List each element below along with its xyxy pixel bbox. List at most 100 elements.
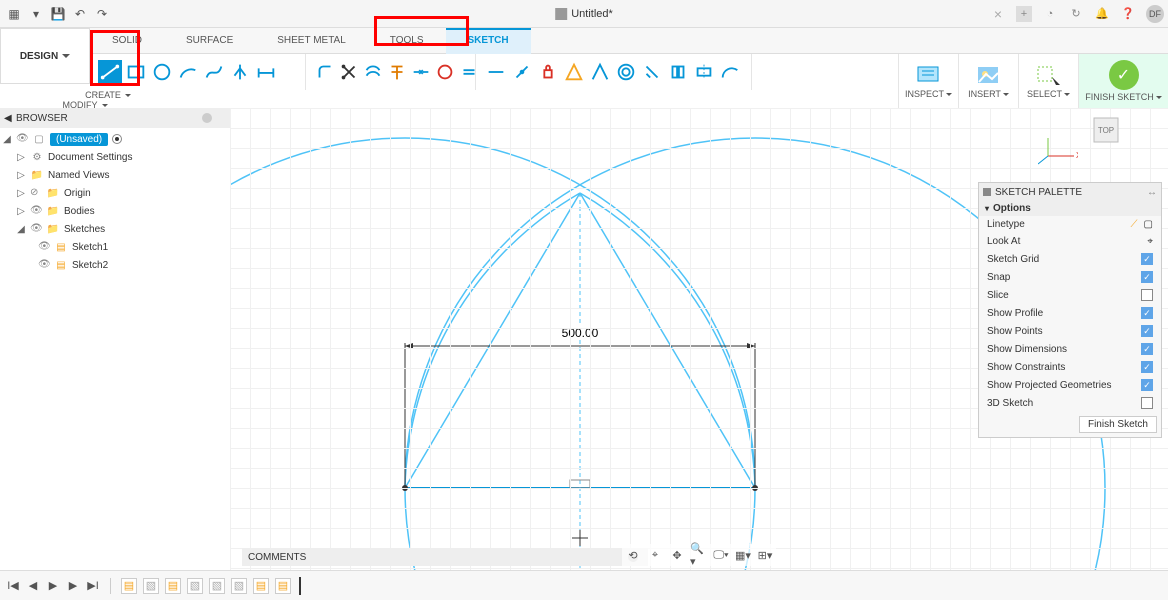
viewport-icon[interactable]: ⊞▾: [756, 546, 774, 564]
apps-icon[interactable]: ▦: [6, 6, 22, 22]
close-tab-button[interactable]: ×: [990, 6, 1006, 22]
line-tool-icon[interactable]: [98, 60, 122, 84]
timeline-feature-4[interactable]: ▧: [187, 578, 203, 594]
visibility-icon[interactable]: 👁: [16, 133, 28, 145]
show-dimensions-checkbox[interactable]: ✓: [1141, 343, 1153, 355]
visibility-icon[interactable]: 👁: [30, 223, 42, 235]
timeline-end-icon[interactable]: ▶I: [86, 579, 100, 593]
group-label-create[interactable]: CREATE: [0, 90, 216, 100]
show-points-checkbox[interactable]: ✓: [1141, 325, 1153, 337]
collapse-browser-icon[interactable]: ◀: [4, 113, 16, 124]
extend-tool-icon[interactable]: [362, 60, 384, 84]
browser-options-icon[interactable]: [202, 113, 212, 123]
sketch-palette[interactable]: SKETCH PALETTE ↔ Options Linetype⟋▢ Look…: [978, 182, 1162, 438]
new-tab-plus-icon[interactable]: +: [1016, 6, 1032, 22]
save-icon[interactable]: 💾: [50, 6, 66, 22]
tree-item-named-views[interactable]: ▷📁Named Views: [2, 166, 228, 184]
tree-item-document-settings[interactable]: ▷⚙Document Settings: [2, 148, 228, 166]
timeline-feature-2[interactable]: ▧: [143, 578, 159, 594]
updates-icon[interactable]: ↻: [1068, 6, 1084, 22]
linetype-dashed-icon[interactable]: ▢: [1144, 219, 1153, 230]
timeline-prev-icon[interactable]: ◀: [26, 579, 40, 593]
slice-checkbox[interactable]: [1141, 289, 1153, 301]
timeline-feature-1[interactable]: ▤: [121, 578, 137, 594]
pan-icon[interactable]: ✥: [668, 546, 686, 564]
tab-surface[interactable]: SURFACE: [164, 28, 255, 54]
snap-checkbox[interactable]: ✓: [1141, 271, 1153, 283]
timeline-feature-6[interactable]: ▧: [231, 578, 247, 594]
finish-sketch-button[interactable]: ✓ FINISH SKETCH: [1078, 54, 1168, 108]
spline-tool-icon[interactable]: [202, 60, 226, 84]
tree-root-row[interactable]: ◢ 👁 ▢ (Unsaved): [2, 130, 228, 148]
redo-icon[interactable]: ↷: [94, 6, 110, 22]
toolbar-group-select[interactable]: SELECT: [1018, 54, 1078, 108]
curvature-constraint-icon[interactable]: [718, 60, 742, 84]
toolbar-group-inspect[interactable]: INSPECT: [898, 54, 958, 108]
visibility-off-icon[interactable]: ⊘: [30, 187, 42, 199]
rectangle-tool-icon[interactable]: [124, 60, 148, 84]
coincident-constraint-icon[interactable]: [510, 60, 534, 84]
fillet-tool-icon[interactable]: [314, 60, 336, 84]
palette-section-options[interactable]: Options: [979, 201, 1161, 216]
tree-item-origin[interactable]: ▷⊘📁Origin: [2, 184, 228, 202]
comments-bar[interactable]: COMMENTS: [242, 548, 648, 566]
trim-tool-icon[interactable]: [338, 60, 360, 84]
tree-item-sketches[interactable]: ◢👁📁Sketches: [2, 220, 228, 238]
look-at-icon[interactable]: ⌖: [1147, 236, 1153, 247]
mirror-tool-icon[interactable]: [228, 60, 252, 84]
show-constraints-checkbox[interactable]: ✓: [1141, 361, 1153, 373]
timeline-feature-5[interactable]: ▧: [209, 578, 225, 594]
offset-tool-icon[interactable]: [386, 60, 408, 84]
timeline-next-icon[interactable]: ▶: [66, 579, 80, 593]
tangent-constraint-icon[interactable]: [562, 60, 586, 84]
toolbar-group-insert[interactable]: INSERT: [958, 54, 1018, 108]
workspace-design-button[interactable]: DESIGN: [0, 28, 90, 84]
dimension-tool-icon[interactable]: [254, 60, 278, 84]
look-at-icon[interactable]: ⌖: [646, 546, 664, 564]
visibility-icon[interactable]: 👁: [38, 241, 50, 253]
tree-item-bodies[interactable]: ▷👁📁Bodies: [2, 202, 228, 220]
tree-item-sketch2[interactable]: 👁▤Sketch2: [2, 256, 228, 274]
horizontal-constraint-icon[interactable]: [484, 60, 508, 84]
circle-tool-icon[interactable]: [150, 60, 174, 84]
sketch-scale-icon[interactable]: [434, 60, 456, 84]
three-d-sketch-checkbox[interactable]: [1141, 397, 1153, 409]
parallel-constraint-icon[interactable]: [666, 60, 690, 84]
break-tool-icon[interactable]: [410, 60, 432, 84]
sketch-palette-header[interactable]: SKETCH PALETTE ↔: [979, 183, 1161, 201]
palette-expand-icon[interactable]: ↔: [1147, 187, 1157, 198]
notifications-icon[interactable]: 🔔: [1094, 6, 1110, 22]
sketch-grid-checkbox[interactable]: ✓: [1141, 253, 1153, 265]
perpendicular-constraint-icon[interactable]: [640, 60, 664, 84]
browser-panel-header[interactable]: ◀ BROWSER: [0, 108, 230, 128]
tab-sheet-metal[interactable]: SHEET METAL: [255, 28, 368, 54]
timeline-feature-8[interactable]: ▤: [275, 578, 291, 594]
linetype-solid-icon[interactable]: ⟋: [1131, 219, 1138, 230]
tree-item-sketch1[interactable]: 👁▤Sketch1: [2, 238, 228, 256]
tab-tools[interactable]: TOOLS: [368, 28, 446, 54]
new-icon[interactable]: ▾: [28, 6, 44, 22]
display-mode-icon[interactable]: 🖵▾: [712, 546, 730, 564]
timeline-feature-3[interactable]: ▤: [165, 578, 181, 594]
arc-tool-icon[interactable]: [176, 60, 200, 84]
undo-icon[interactable]: ↶: [72, 6, 88, 22]
concentric-constraint-icon[interactable]: [614, 60, 638, 84]
tab-solid[interactable]: SOLID: [90, 28, 164, 54]
view-cube[interactable]: TOP: [1084, 110, 1128, 150]
timeline-start-icon[interactable]: I◀: [6, 579, 20, 593]
timeline-marker[interactable]: [299, 577, 301, 595]
tab-sketch[interactable]: SKETCH: [446, 28, 531, 54]
show-projected-checkbox[interactable]: ✓: [1141, 379, 1153, 391]
extensions-icon[interactable]: ◔: [1042, 6, 1058, 22]
user-avatar[interactable]: DF: [1146, 5, 1164, 23]
timeline-play-icon[interactable]: ▶: [46, 579, 60, 593]
orbit-icon[interactable]: ⟲: [624, 546, 642, 564]
expand-icon[interactable]: ◢: [2, 134, 12, 145]
help-icon[interactable]: ❓: [1120, 6, 1136, 22]
visibility-icon[interactable]: 👁: [38, 259, 50, 271]
show-profile-checkbox[interactable]: ✓: [1141, 307, 1153, 319]
timeline-feature-7[interactable]: ▤: [253, 578, 269, 594]
palette-finish-sketch-button[interactable]: Finish Sketch: [1079, 416, 1157, 433]
activate-radio-icon[interactable]: [112, 134, 122, 144]
midpoint-constraint-icon[interactable]: [588, 60, 612, 84]
